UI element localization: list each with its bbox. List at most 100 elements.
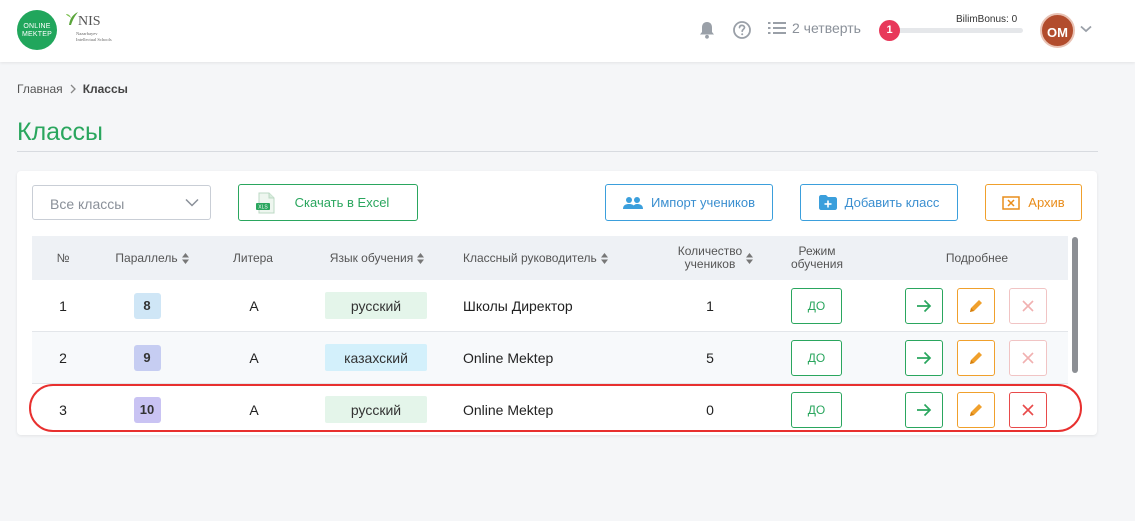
grade-cell: 9 (122, 332, 172, 383)
close-icon (1022, 300, 1034, 312)
page-title: Классы (17, 118, 104, 146)
import-students-label: Импорт учеников (651, 195, 755, 210)
add-class-label: Добавить класс (844, 195, 940, 210)
excel-file-icon: XLS (256, 192, 276, 214)
quarter-label: 2 четверть (792, 20, 861, 36)
grade-badge: 8 (133, 292, 161, 319)
column-count-label-line1: Количество (677, 244, 743, 258)
column-details-label: Подробнее (945, 250, 1009, 265)
column-header-details: Подробнее (912, 236, 1042, 280)
table-row: 1 8 А русский Школы Директор 1 ДО (32, 280, 1068, 331)
column-mode-label: Режим обучения (791, 245, 843, 271)
delete-class-button[interactable] (1009, 288, 1047, 324)
grade-cell: 8 (122, 280, 172, 331)
arrow-right-icon (917, 299, 932, 313)
online-mektep-logo-text: ONLINE MEKTEP (22, 23, 52, 38)
column-language-label: Язык обучения (329, 250, 414, 265)
column-header-number: № (32, 236, 94, 280)
column-header-teacher[interactable]: Классный руководитель (463, 236, 623, 280)
row-highlight-ring (29, 384, 1082, 432)
users-icon (623, 196, 643, 210)
column-count-label: Количество учеников (678, 245, 742, 271)
delete-class-button[interactable] (1009, 340, 1047, 376)
edit-class-button[interactable] (957, 340, 995, 376)
language-cell: русский (325, 280, 427, 331)
chevron-right-icon (70, 84, 76, 94)
title-divider (17, 151, 1098, 152)
svg-text:XLS: XLS (258, 205, 268, 211)
download-excel-label: Скачать в Excel (294, 195, 390, 210)
table-header: № Параллель Литера Язык обучения Классны… (32, 236, 1068, 280)
mode-cell: ДО (791, 280, 842, 331)
column-litera-label: Литера (233, 250, 273, 265)
edit-class-button[interactable] (957, 288, 995, 324)
sort-icon[interactable] (417, 252, 425, 264)
column-header-litera: Литера (222, 236, 284, 280)
bonus-progress-bar (897, 28, 1023, 33)
column-header-count[interactable]: Количество учеников (668, 236, 763, 280)
open-class-button[interactable] (905, 340, 943, 376)
bonus-label: BilimBonus: 0 (956, 14, 1018, 25)
row-number: 1 (59, 297, 67, 314)
learning-mode-button[interactable]: ДО (791, 339, 842, 376)
language-badge: казахский (325, 344, 427, 371)
open-class-button[interactable] (905, 288, 943, 324)
column-teacher-label: Классный руководитель (463, 250, 597, 265)
row-number: 2 (59, 349, 67, 366)
litera-cell: А (249, 349, 259, 366)
help-circle-icon[interactable] (732, 20, 752, 40)
top-navigation-bar: ONLINE MEKTEP NIS Nazarbayev Intellectua… (0, 0, 1135, 62)
class-filter-value: Все классы (50, 196, 125, 212)
teacher-cell: Школы Директор (463, 297, 573, 314)
arrow-right-icon (917, 351, 932, 365)
column-mode-label-line2: обучения (790, 257, 844, 271)
column-header-parallel[interactable]: Параллель (102, 236, 202, 280)
import-students-button[interactable]: Импорт учеников (605, 184, 773, 221)
grade-badge: 9 (133, 344, 161, 371)
folder-plus-icon (818, 195, 837, 210)
list-icon (768, 22, 786, 34)
pencil-icon (970, 352, 982, 364)
close-icon (1022, 352, 1034, 364)
column-count-label-line2: учеников (684, 257, 736, 271)
quarter-selector[interactable]: 2 четверть (768, 20, 861, 36)
add-class-button[interactable]: Добавить класс (800, 184, 958, 221)
bell-icon[interactable] (698, 20, 716, 40)
class-filter-select[interactable]: Все классы (32, 185, 211, 220)
breadcrumb-current: Классы (82, 82, 128, 96)
nis-logo-subtitle: Nazarbayev Intellectual Schools (76, 31, 112, 42)
mode-cell: ДО (791, 332, 842, 383)
breadcrumb-home-link[interactable]: Главная (17, 82, 63, 96)
student-count-cell: 1 (706, 297, 714, 314)
chevron-down-icon (185, 198, 199, 207)
download-excel-button[interactable]: XLS Скачать в Excel (238, 184, 418, 221)
nis-logo-title: NIS (78, 14, 101, 29)
column-mode-label-line1: Режим (798, 244, 836, 258)
sort-icon[interactable] (746, 252, 754, 264)
nis-logo: NIS Nazarbayev Intellectual Schools (66, 10, 112, 52)
table-scrollbar[interactable] (1072, 237, 1078, 373)
learning-mode-button[interactable]: ДО (791, 287, 842, 324)
column-header-language[interactable]: Язык обучения (317, 236, 437, 280)
online-mektep-logo[interactable]: ONLINE MEKTEP (17, 10, 57, 50)
archive-button[interactable]: Архив (985, 184, 1082, 221)
notification-count-badge: 1 (879, 20, 900, 41)
breadcrumb: Главная Классы (17, 82, 128, 96)
pencil-icon (970, 300, 982, 312)
archive-label: Архив (1028, 195, 1065, 210)
user-avatar[interactable]: OM (1040, 13, 1075, 48)
litera-cell: А (249, 297, 259, 314)
column-header-mode: Режим обучения (777, 236, 857, 280)
table-row: 2 9 А казахский Online Mektep 5 ДО (32, 332, 1068, 383)
sort-icon[interactable] (181, 252, 189, 264)
chevron-down-icon[interactable] (1080, 25, 1092, 33)
student-count-cell: 5 (706, 349, 714, 366)
teacher-cell: Online Mektep (463, 349, 554, 366)
sort-icon[interactable] (600, 252, 608, 264)
language-badge: русский (325, 292, 427, 319)
language-cell: казахский (325, 332, 427, 383)
bilim-bonus-widget[interactable]: 1 BilimBonus: 0 (879, 14, 1029, 44)
column-parallel-label: Параллель (115, 250, 178, 265)
archive-box-icon (1002, 195, 1021, 210)
column-number-label: № (56, 250, 70, 265)
